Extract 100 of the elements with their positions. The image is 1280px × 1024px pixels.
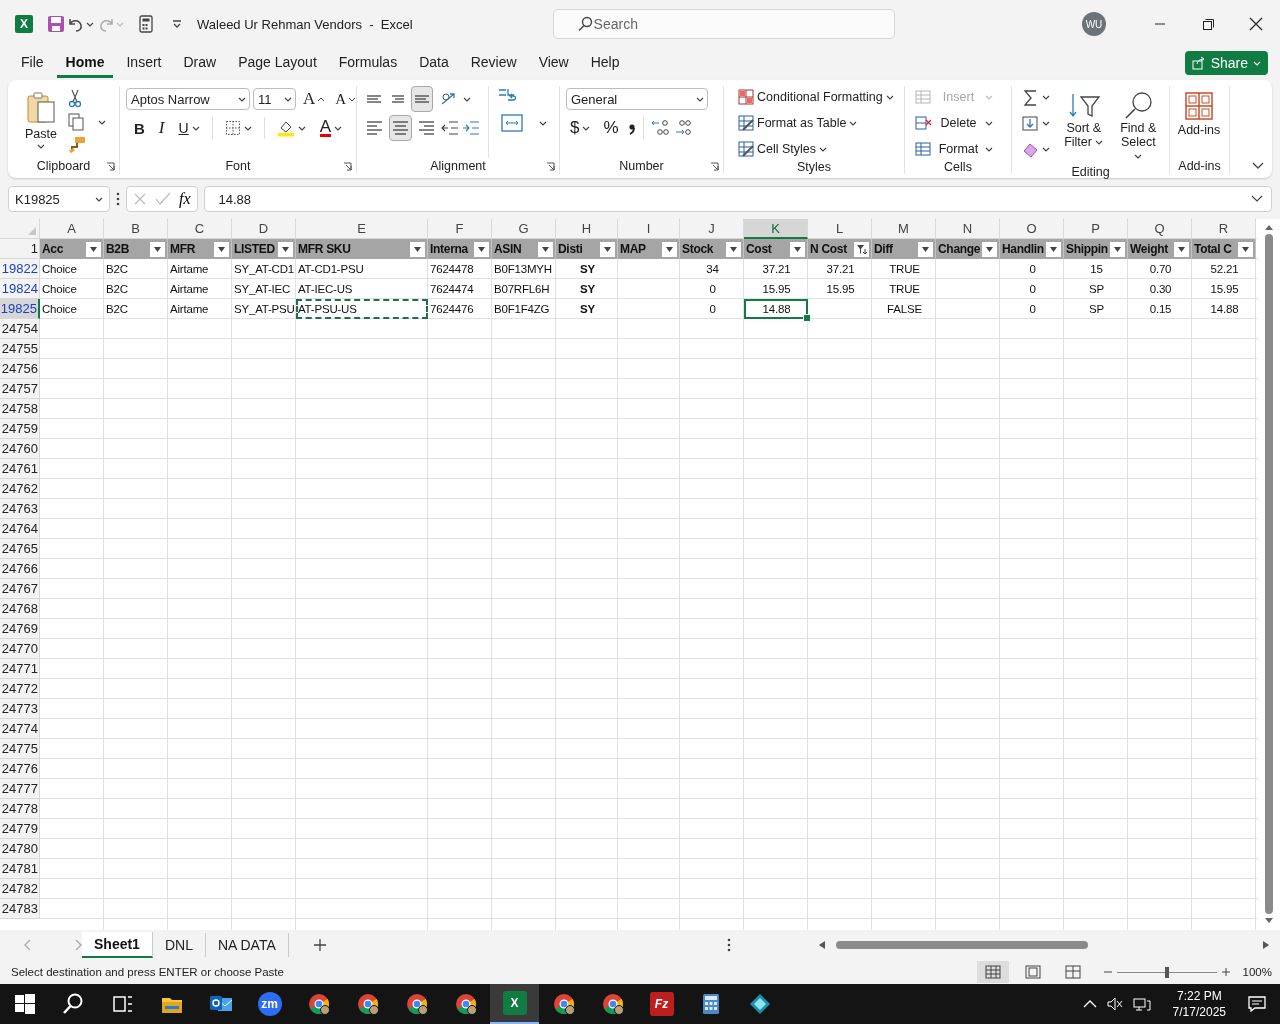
row-header[interactable]: 24776 — [0, 759, 40, 779]
dialog-launcher-icon[interactable] — [546, 162, 555, 171]
row-header[interactable]: 24777 — [0, 779, 40, 799]
dialog-launcher-icon[interactable] — [343, 162, 352, 171]
decrease-indent-icon[interactable] — [441, 120, 459, 136]
filter-button[interactable] — [600, 241, 615, 257]
table-cell[interactable]: B2C — [104, 299, 168, 319]
customize-icon[interactable] — [171, 18, 183, 30]
copy-icon[interactable] — [68, 113, 84, 131]
table-cell[interactable]: 37.21 — [808, 259, 872, 279]
table-cell[interactable]: Airtame — [168, 279, 232, 299]
row-header[interactable]: 24772 — [0, 679, 40, 699]
scroll-up-icon[interactable] — [1264, 223, 1274, 231]
table-cell[interactable]: 0 — [1000, 259, 1064, 279]
row-header[interactable]: 24759 — [0, 419, 40, 439]
filter-button[interactable] — [150, 241, 165, 257]
column-header[interactable]: A — [40, 219, 104, 239]
collapse-ribbon-icon[interactable] — [1252, 162, 1264, 170]
row-header[interactable]: 24773 — [0, 699, 40, 719]
notifications-icon[interactable] — [1248, 996, 1266, 1012]
table-cell[interactable]: 34 — [680, 259, 744, 279]
chevron-up-icon[interactable] — [1082, 999, 1097, 1009]
table-cell[interactable]: Choice — [40, 299, 104, 319]
menu-tab[interactable]: Review — [461, 48, 526, 78]
column-header[interactable]: K — [744, 219, 808, 239]
table-cell[interactable]: 37.21 — [744, 259, 808, 279]
more-options-icon[interactable] — [726, 938, 731, 952]
table-cell[interactable]: B07RFL6H — [492, 279, 556, 299]
table-cell[interactable]: SY_AT-CD1 — [232, 259, 296, 279]
table-cell[interactable]: 15.95 — [1192, 279, 1256, 299]
table-cell[interactable]: TRUE — [872, 259, 936, 279]
italic-button[interactable]: I — [154, 116, 169, 140]
row-header[interactable]: 24771 — [0, 659, 40, 679]
row-header[interactable]: 24780 — [0, 839, 40, 859]
find-select-button[interactable]: Find & Select — [1113, 86, 1163, 165]
column-header[interactable]: P — [1064, 219, 1128, 239]
dialog-launcher-icon[interactable] — [710, 162, 719, 171]
shrink-font-button[interactable]: A — [331, 88, 360, 110]
scrollbar-thumb[interactable] — [1265, 234, 1273, 914]
insert-function-button[interactable]: fx — [179, 190, 191, 208]
row-header[interactable]: 24774 — [0, 719, 40, 739]
menu-tab[interactable]: Formulas — [329, 48, 407, 78]
menu-tab[interactable]: Page Layout — [229, 48, 326, 78]
number-format-dropdown[interactable]: General — [566, 88, 708, 110]
menu-tab[interactable]: Draw — [174, 48, 226, 78]
taskbar-app[interactable]: Fz — [637, 984, 686, 1024]
sort-filter-button[interactable]: Sort & Filter — [1060, 86, 1108, 165]
calculator-icon[interactable] — [139, 15, 153, 33]
formula-field[interactable]: 14.88 — [203, 186, 1272, 212]
format-painter-icon[interactable] — [68, 136, 86, 154]
menu-tab[interactable]: Help — [581, 48, 629, 78]
row-header[interactable]: 24769 — [0, 619, 40, 639]
font-size-dropdown[interactable]: 11 — [253, 88, 296, 110]
menu-tab[interactable]: View — [529, 48, 578, 78]
table-cell[interactable]: B2C — [104, 259, 168, 279]
filter-button[interactable] — [538, 241, 553, 257]
menu-tab[interactable]: Insert — [117, 48, 171, 78]
table-cell[interactable]: 14.88 — [1192, 299, 1256, 319]
share-button[interactable]: Share — [1184, 51, 1268, 75]
row-header[interactable]: 24767 — [0, 579, 40, 599]
format-cells-button[interactable]: Format — [911, 138, 997, 160]
scroll-down-icon[interactable] — [1264, 917, 1274, 925]
table-cell[interactable]: FALSE — [872, 299, 936, 319]
table-cell[interactable]: B0F1F4ZG — [492, 299, 556, 319]
column-header[interactable]: J — [680, 219, 744, 239]
sheet-tab[interactable]: DNL — [152, 933, 206, 957]
active-cell[interactable]: 14.88 — [744, 299, 808, 319]
filter-button[interactable] — [474, 241, 489, 257]
table-cell[interactable]: 7624476 — [428, 299, 492, 319]
filter-button[interactable] — [790, 241, 805, 257]
row-header[interactable]: 24762 — [0, 479, 40, 499]
decrease-decimal-icon[interactable] — [673, 119, 692, 137]
column-header[interactable]: L — [808, 219, 872, 239]
table-cell[interactable]: Choice — [40, 279, 104, 299]
menu-tab[interactable]: File — [12, 48, 53, 78]
row-header[interactable]: 24766 — [0, 559, 40, 579]
row-header[interactable]: 24775 — [0, 739, 40, 759]
row-header[interactable]: 24781 — [0, 859, 40, 879]
row-header[interactable]: 24763 — [0, 499, 40, 519]
taskbar-app[interactable]: X — [490, 984, 539, 1024]
row-header[interactable]: 24779 — [0, 819, 40, 839]
table-cell[interactable]: AT-IEC-US — [296, 279, 428, 299]
filter-button[interactable] — [410, 241, 425, 257]
normal-view-button[interactable] — [976, 961, 1009, 983]
increase-decimal-icon[interactable] — [650, 119, 669, 137]
speaker-muted-icon[interactable] — [1106, 997, 1123, 1011]
row-header[interactable]: 1 — [0, 239, 40, 259]
grow-font-button[interactable]: A — [299, 87, 329, 111]
row-header[interactable]: 24782 — [0, 879, 40, 899]
table-cell[interactable]: 0.70 — [1128, 259, 1192, 279]
sheet-tab[interactable]: NA DATA — [205, 933, 289, 957]
currency-button[interactable]: $ — [566, 116, 595, 140]
row-header[interactable]: 19825 — [0, 299, 40, 319]
column-header[interactable]: F — [428, 219, 492, 239]
table-cell[interactable]: 0 — [680, 299, 744, 319]
expand-icon[interactable] — [1251, 195, 1263, 203]
add-ins-button[interactable]: Add-ins — [1172, 86, 1226, 158]
table-cell[interactable]: SP — [1064, 279, 1128, 299]
table-cell[interactable]: TRUE — [872, 279, 936, 299]
zoom-level[interactable]: 100% — [1242, 966, 1272, 978]
